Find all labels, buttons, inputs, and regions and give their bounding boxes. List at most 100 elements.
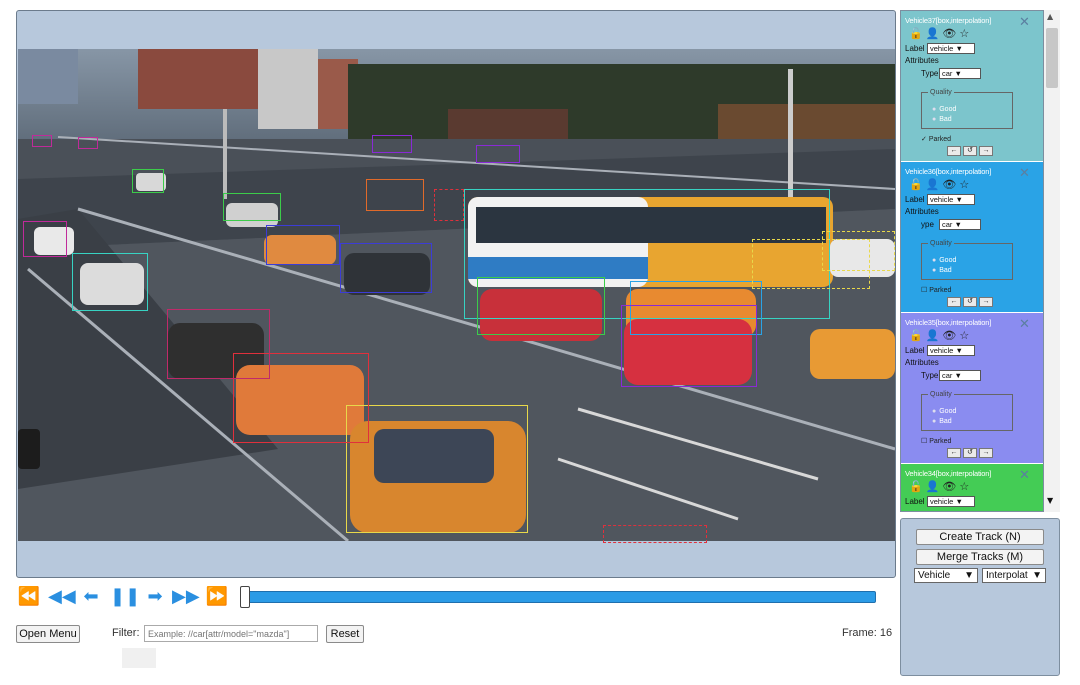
bbox-car-cyan[interactable] <box>72 253 148 311</box>
close-icon[interactable]: ✕ <box>1019 316 1030 332</box>
create-track-button[interactable]: Create Track (N) <box>916 529 1044 545</box>
step-back-icon[interactable]: ⬅ <box>78 586 104 608</box>
bbox-car-navy[interactable] <box>266 225 340 265</box>
frame-slider-thumb[interactable] <box>240 586 250 608</box>
bbox-car-magenta-far[interactable] <box>32 135 52 147</box>
quality-bad-radio[interactable]: Bad <box>932 116 951 123</box>
parked-checkbox[interactable]: ✓ Parked <box>921 135 951 143</box>
label-caption: Label <box>905 497 925 506</box>
bbox-car-blue[interactable] <box>340 243 432 293</box>
reset-button[interactable]: Reset <box>326 625 364 643</box>
quality-good-radio[interactable]: Good <box>932 106 956 113</box>
scroll-down-icon[interactable]: ▼ <box>1047 496 1053 505</box>
annotation-title: Vehicle34[box,interpolation] <box>905 469 992 478</box>
annotation-card[interactable]: Vehicle35[box,interpolation] ✕ 🔓👤👁☆ Labe… <box>901 313 1043 463</box>
eye-icon[interactable]: 👁 <box>942 28 959 40</box>
type-select[interactable]: car ▼ <box>939 219 981 230</box>
bbox-taxi-yellow[interactable] <box>346 405 528 533</box>
filter-input[interactable] <box>144 625 318 642</box>
annotation-title: Vehicle35[box,interpolation] <box>905 318 992 327</box>
type-caption: Type <box>921 371 939 380</box>
close-icon[interactable]: ✕ <box>1019 467 1030 483</box>
label-caption: Label <box>905 44 925 53</box>
user-icon[interactable]: 👤 <box>926 481 943 493</box>
forward-icon[interactable]: ▶▶ <box>172 586 200 608</box>
bbox-car-purple-2[interactable] <box>476 145 520 163</box>
refresh-icon[interactable]: ↺ <box>963 448 977 458</box>
open-menu-button[interactable]: Open Menu <box>16 625 80 643</box>
annotation-card[interactable]: Vehicle34[box,interpolation] ✕ 🔓👤👁☆ Labe… <box>901 464 1043 511</box>
next-keyframe-icon[interactable]: → <box>979 297 993 307</box>
video-canvas[interactable] <box>18 49 895 541</box>
quality-bad-radio[interactable]: Bad <box>932 418 951 425</box>
prev-keyframe-icon[interactable]: ← <box>947 146 961 156</box>
quality-good-radio[interactable]: Good <box>932 408 956 415</box>
annotation-list[interactable]: Vehicle37[box,interpolation] ✕ 🔓👤👁☆ Labe… <box>900 10 1044 512</box>
refresh-icon[interactable]: ↺ <box>963 146 977 156</box>
bbox-vehicle-35[interactable] <box>621 305 757 387</box>
label-caption: Label <box>905 346 925 355</box>
bbox-car-green-small[interactable] <box>132 169 164 193</box>
bbox-car-magenta[interactable] <box>167 309 270 379</box>
close-icon[interactable]: ✕ <box>1019 165 1030 181</box>
lock-icon[interactable]: 🔓 <box>909 179 926 191</box>
frame-counter: Frame: 16 <box>842 627 893 639</box>
bbox-car-orange[interactable] <box>366 179 424 211</box>
forward-fast-icon[interactable]: ⏩ <box>204 586 230 608</box>
attributes-caption: Attributes <box>905 358 939 367</box>
bbox-car-purple[interactable] <box>372 135 412 153</box>
parked-checkbox[interactable]: ☐ Parked <box>921 286 951 294</box>
bbox-car-green[interactable] <box>223 193 281 221</box>
bbox-vehicle-34[interactable] <box>477 277 605 335</box>
eye-icon[interactable]: 👁 <box>942 179 959 191</box>
user-icon[interactable]: 👤 <box>926 179 943 191</box>
quality-group: Quality Good Bad <box>921 391 1013 431</box>
next-keyframe-icon[interactable]: → <box>979 448 993 458</box>
star-icon[interactable]: ☆ <box>959 330 972 342</box>
type-caption: Type <box>921 69 939 78</box>
type-select[interactable]: car ▼ <box>939 370 981 381</box>
parked-checkbox[interactable]: ☐ Parked <box>921 437 951 445</box>
next-keyframe-icon[interactable]: → <box>979 146 993 156</box>
annotation-tools: 🔓👤👁☆ <box>909 329 972 342</box>
bbox-car-magenta-left[interactable] <box>23 221 67 257</box>
user-icon[interactable]: 👤 <box>926 330 943 342</box>
label-select[interactable]: vehicle ▼ <box>927 496 975 507</box>
label-select[interactable]: vehicle ▼ <box>927 43 975 54</box>
rewind-fast-icon[interactable]: ⏪ <box>16 586 42 608</box>
refresh-icon[interactable]: ↺ <box>963 297 977 307</box>
pause-icon[interactable]: ❚❚ <box>110 586 140 608</box>
lock-icon[interactable]: 🔓 <box>909 481 926 493</box>
scrollbar-thumb[interactable] <box>1046 28 1058 88</box>
bbox-offscreen-dashed-red[interactable] <box>603 525 707 543</box>
rewind-icon[interactable]: ◀◀ <box>48 586 76 608</box>
track-type-select[interactable]: Vehicle ▼ <box>914 568 978 583</box>
player-frame <box>16 10 896 578</box>
star-icon[interactable]: ☆ <box>959 481 972 493</box>
track-mode-select[interactable]: Interpolat ▼ <box>982 568 1046 583</box>
lock-icon[interactable]: 🔓 <box>909 28 926 40</box>
annotation-card[interactable]: Vehicle37[box,interpolation] ✕ 🔓👤👁☆ Labe… <box>901 11 1043 161</box>
star-icon[interactable]: ☆ <box>959 179 972 191</box>
prev-keyframe-icon[interactable]: ← <box>947 297 961 307</box>
quality-good-radio[interactable]: Good <box>932 257 956 264</box>
quality-bad-radio[interactable]: Bad <box>932 267 951 274</box>
label-select[interactable]: vehicle ▼ <box>927 194 975 205</box>
eye-icon[interactable]: 👁 <box>942 481 959 493</box>
label-select[interactable]: vehicle ▼ <box>927 345 975 356</box>
scroll-up-icon[interactable]: ▲ <box>1047 12 1053 21</box>
type-select[interactable]: car ▼ <box>939 68 981 79</box>
bbox-vehicle-dashed-yellow-2[interactable] <box>822 231 895 271</box>
user-icon[interactable]: 👤 <box>926 28 943 40</box>
frame-slider-track[interactable] <box>248 591 876 603</box>
step-forward-icon[interactable]: ➡ <box>142 586 168 608</box>
bbox-car-dashed-red[interactable] <box>434 189 464 221</box>
bbox-car-magenta-far-2[interactable] <box>78 137 98 149</box>
merge-tracks-button[interactable]: Merge Tracks (M) <box>916 549 1044 565</box>
star-icon[interactable]: ☆ <box>959 28 972 40</box>
prev-keyframe-icon[interactable]: ← <box>947 448 961 458</box>
annotation-card[interactable]: Vehicle36[box,interpolation] ✕ 🔓👤👁☆ Labe… <box>901 162 1043 312</box>
close-icon[interactable]: ✕ <box>1019 14 1030 30</box>
lock-icon[interactable]: 🔓 <box>909 330 926 342</box>
eye-icon[interactable]: 👁 <box>942 330 959 342</box>
